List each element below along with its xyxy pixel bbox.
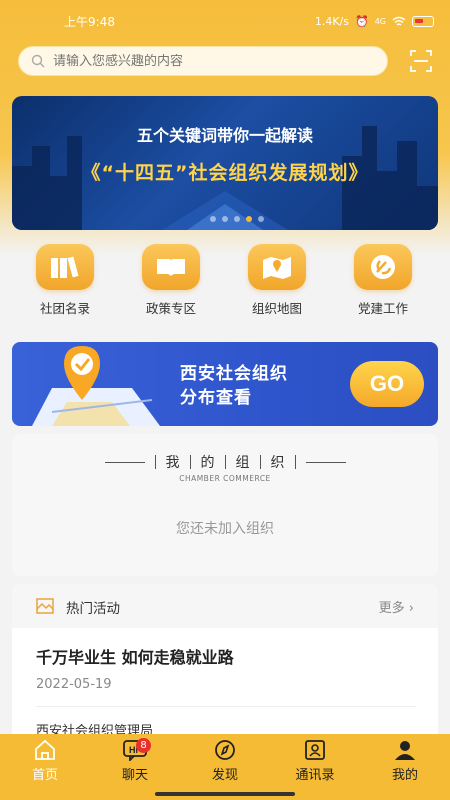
carousel-dots <box>210 216 264 222</box>
carousel-dot[interactable] <box>210 216 216 222</box>
carousel-dot[interactable] <box>258 216 264 222</box>
quick-link-policy[interactable]: 政策专区 <box>126 244 216 317</box>
hot-activity-header: 热门活动 更多 › <box>12 584 438 628</box>
map-banner-title-line2: 分布查看 <box>180 388 252 408</box>
divider <box>154 455 156 469</box>
divider <box>305 461 346 463</box>
divider <box>104 461 145 463</box>
status-bar: 上午9:48 1.4K/s ⏰ 4G <box>0 0 450 42</box>
org-title-char: 我 <box>165 455 180 471</box>
tab-contacts[interactable]: 通讯录 <box>280 738 350 800</box>
books-icon <box>36 244 94 290</box>
open-book-icon <box>142 244 200 290</box>
chat-hi-icon: Hi <box>100 738 170 762</box>
picture-frame-icon <box>36 598 54 614</box>
map-banner-title: 西安社会组织 分布查看 <box>180 362 288 410</box>
map-illustration <box>32 346 160 426</box>
org-title-char: 织 <box>270 455 285 471</box>
org-subtitle: CHAMBER COMMERCE <box>179 474 271 483</box>
news-banner[interactable]: 五个关键词带你一起解读 《“十四五”社会组织发展规划》 <box>12 96 438 230</box>
network-speed: 1.4K/s <box>314 14 349 28</box>
quick-links: 社团名录 政策专区 组织地图 党建工作 <box>0 244 450 316</box>
quick-link-directory[interactable]: 社团名录 <box>20 244 110 317</box>
hot-activity-title: 热门活动 <box>66 601 120 617</box>
map-banner-title-line1: 西安社会组织 <box>180 364 288 384</box>
scan-icon[interactable] <box>410 50 432 72</box>
org-title-char: 组 <box>235 455 250 471</box>
network-type: 4G <box>374 16 386 26</box>
carousel-dot[interactable] <box>234 216 240 222</box>
divider <box>36 706 416 707</box>
more-link-label: 更多 <box>378 601 405 616</box>
unread-badge: 8 <box>136 738 151 753</box>
home-icon <box>10 738 80 762</box>
hot-activity-card: 热门活动 更多 › 千万毕业生 如何走稳就业路 2022-05-19 西安社会组… <box>12 584 438 744</box>
divider <box>224 455 226 469</box>
article-date: 2022-05-19 <box>36 677 112 692</box>
my-organization-card: 我 的 组 织 CHAMBER COMMERCE 您还未加入组织 <box>12 434 438 576</box>
carousel-dot-active[interactable] <box>246 216 252 222</box>
bottom-tab-bar: 首页 Hi 8 聊天 发现 通讯录 我的 <box>0 734 450 800</box>
home-indicator <box>155 792 295 796</box>
org-title-char: 的 <box>200 455 215 471</box>
org-empty-text: 您还未加入组织 <box>176 521 274 537</box>
banner-headline: 五个关键词带你一起解读 <box>136 126 313 145</box>
tab-label: 聊天 <box>121 768 148 783</box>
quick-link-label: 政策专区 <box>145 301 196 316</box>
search-icon <box>31 54 45 68</box>
search-input[interactable] <box>53 53 353 69</box>
search-bar[interactable] <box>18 46 388 76</box>
battery-icon <box>412 15 434 27</box>
carousel-dot[interactable] <box>222 216 228 222</box>
contacts-icon <box>280 738 350 762</box>
map-pin-icon <box>248 244 306 290</box>
more-link[interactable]: 更多 › <box>379 597 414 616</box>
quick-link-label: 社团名录 <box>39 301 90 316</box>
tab-profile[interactable]: 我的 <box>370 738 440 800</box>
article-title[interactable]: 千万毕业生 如何走稳就业路 <box>36 644 234 668</box>
quick-link-label: 组织地图 <box>251 301 302 316</box>
tab-home[interactable]: 首页 <box>10 738 80 800</box>
quick-link-party[interactable]: 党建工作 <box>338 244 428 317</box>
search-row <box>18 46 438 76</box>
go-button[interactable]: GO <box>350 361 424 407</box>
chevron-right-icon: › <box>408 601 414 616</box>
org-map-banner[interactable]: 西安社会组织 分布查看 GO <box>12 342 438 426</box>
tab-chat[interactable]: Hi 8 聊天 <box>100 738 170 800</box>
party-emblem-icon <box>354 244 412 290</box>
tab-label: 发现 <box>211 768 238 783</box>
divider <box>259 455 261 469</box>
tab-discover[interactable]: 发现 <box>190 738 260 800</box>
banner-title: 《“十四五”社会组织发展规划》 <box>81 162 369 184</box>
status-icons: 1.4K/s ⏰ 4G <box>315 15 434 28</box>
divider <box>189 455 191 469</box>
my-organization-header: 我 的 组 织 CHAMBER COMMERCE <box>12 452 438 483</box>
tab-label: 我的 <box>391 768 418 783</box>
wifi-icon <box>392 16 406 26</box>
compass-icon <box>190 738 260 762</box>
divider <box>294 455 296 469</box>
tab-label: 首页 <box>31 768 58 783</box>
quick-link-label: 党建工作 <box>357 301 408 316</box>
tab-label: 通讯录 <box>295 768 335 783</box>
profile-icon <box>370 738 440 762</box>
quick-link-map[interactable]: 组织地图 <box>232 244 322 317</box>
alarm-icon: ⏰ <box>355 14 369 28</box>
status-time: 上午9:48 <box>64 14 115 29</box>
